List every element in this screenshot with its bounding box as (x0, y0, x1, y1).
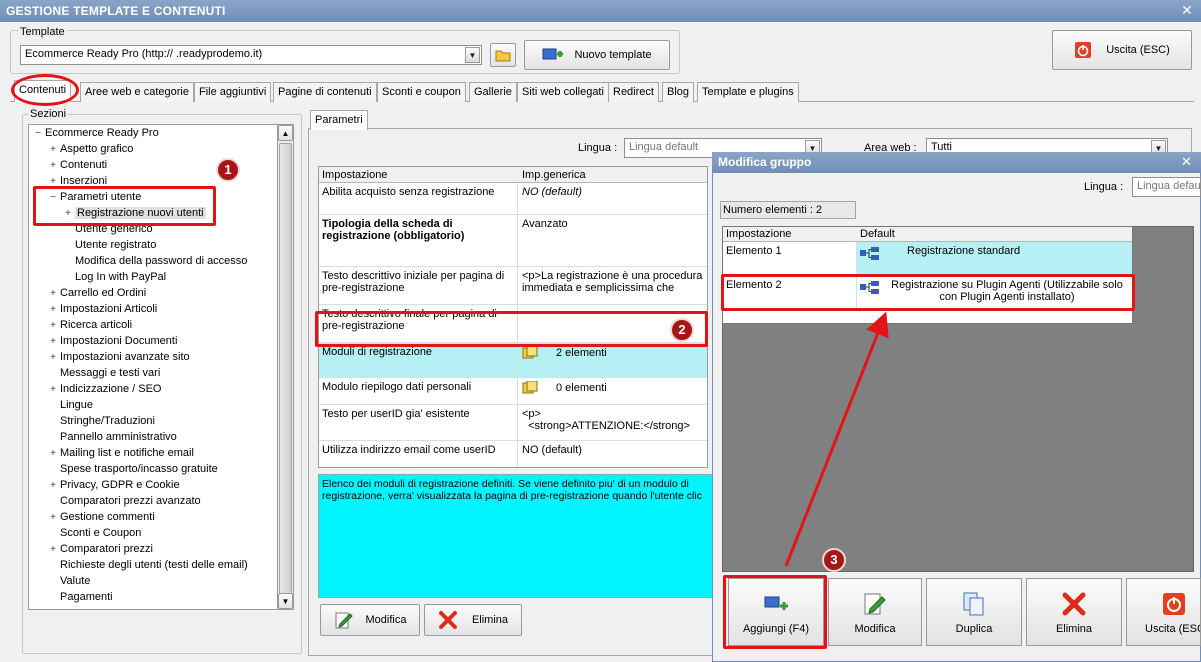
annotation-arrow (784, 311, 889, 567)
